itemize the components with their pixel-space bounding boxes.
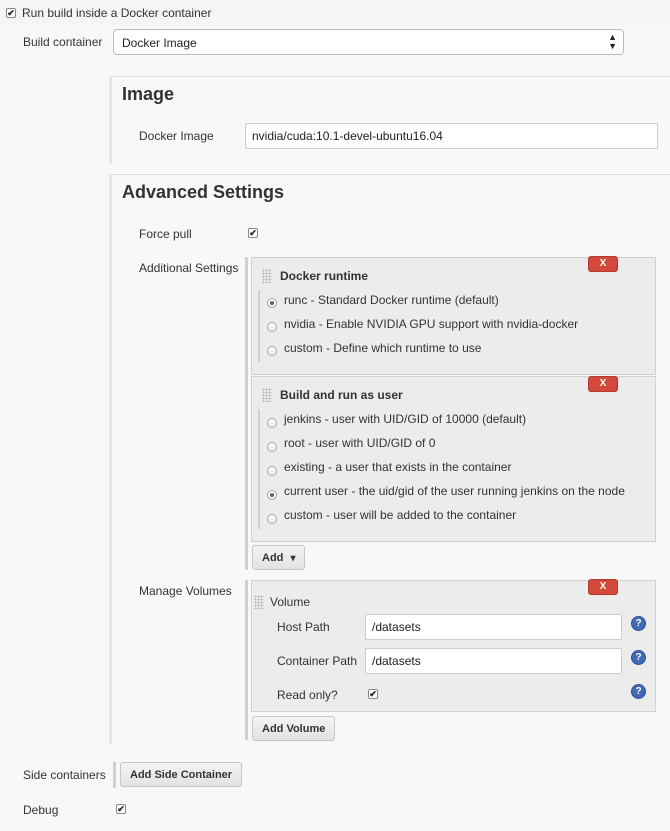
force-pull-checkbox[interactable]: ✔ (248, 228, 258, 238)
container-path-input[interactable]: /datasets (365, 648, 622, 674)
runtime-option-label: nvidia - Enable NVIDIA GPU support with … (284, 317, 579, 331)
add-volume-button[interactable]: Add Volume (252, 716, 336, 741)
image-section-title: Image (122, 84, 175, 104)
drag-handle-icon[interactable] (262, 388, 272, 402)
read-only-checkbox[interactable]: ✔ (368, 689, 378, 699)
host-path-label: Host Path (277, 620, 330, 634)
runtime-options-bar (258, 290, 260, 362)
user-option-label: root - user with UID/GID of 0 (284, 436, 436, 450)
user-radio-current[interactable] (267, 490, 277, 500)
build-container-label: Build container (23, 35, 103, 49)
drag-handle-icon[interactable] (262, 269, 272, 283)
volume-title: Volume (270, 595, 311, 609)
additional-settings-bar (245, 257, 248, 570)
run-as-user-title: Build and run as user (280, 388, 403, 402)
add-side-container-button[interactable]: Add Side Container (120, 762, 243, 787)
add-setting-button[interactable]: Add ▾ (252, 545, 305, 570)
debug-label: Debug (23, 803, 59, 817)
user-option-label: current user - the uid/gid of the user r… (284, 484, 625, 498)
force-pull-label: Force pull (139, 227, 192, 241)
runtime-radio-runc[interactable] (267, 298, 277, 308)
divider (109, 174, 670, 175)
docker-image-label: Docker Image (139, 129, 214, 143)
user-option-label: existing - a user that exists in the con… (284, 460, 512, 474)
side-containers-bar (113, 762, 116, 788)
build-container-select[interactable]: Docker Image ▲ ▼ (113, 29, 624, 55)
section-bar (109, 76, 112, 164)
run-in-docker-checkbox[interactable]: ✔ (6, 8, 16, 18)
user-option-label: jenkins - user with UID/GID of 10000 (de… (284, 412, 527, 426)
divider (109, 76, 670, 77)
user-radio-custom[interactable] (267, 514, 277, 524)
remove-user-button[interactable]: X (588, 376, 618, 392)
side-containers-label: Side containers (23, 768, 106, 782)
advanced-settings-title: Advanced Settings (122, 182, 285, 202)
runtime-radio-nvidia[interactable] (267, 322, 277, 332)
docker-image-input[interactable]: nvidia/cuda:10.1-devel-ubuntu16.04 (245, 123, 658, 149)
user-radio-existing[interactable] (267, 466, 277, 476)
additional-settings-label: Additional Settings (139, 261, 239, 275)
select-arrows-icon: ▲ ▼ (608, 32, 617, 51)
remove-runtime-button[interactable]: X (588, 256, 618, 272)
remove-volume-button[interactable]: X (588, 579, 618, 595)
host-path-input[interactable]: /datasets (365, 614, 622, 640)
container-path-label: Container Path (277, 654, 358, 668)
docker-runtime-title: Docker runtime (280, 269, 369, 283)
user-options-bar (258, 409, 260, 529)
user-radio-jenkins[interactable] (267, 418, 277, 428)
drag-handle-icon[interactable] (254, 595, 264, 609)
runtime-radio-custom[interactable] (267, 346, 277, 356)
help-icon[interactable]: ? (631, 616, 646, 631)
runtime-option-label: custom - Define which runtime to use (284, 341, 482, 355)
run-in-docker-label: Run build inside a Docker container (22, 6, 212, 20)
help-icon[interactable]: ? (631, 650, 646, 665)
read-only-label: Read only? (277, 688, 338, 702)
volumes-bar (245, 580, 248, 740)
add-setting-label: Add (262, 552, 284, 564)
user-radio-root[interactable] (267, 442, 277, 452)
help-icon[interactable]: ? (631, 684, 646, 699)
chevron-down-icon: ▾ (290, 553, 296, 564)
user-option-label: custom - user will be added to the conta… (284, 508, 517, 522)
section-bar (109, 174, 112, 744)
manage-volumes-label: Manage Volumes (139, 584, 232, 598)
build-container-value: Docker Image (122, 36, 197, 50)
debug-checkbox[interactable]: ✔ (116, 804, 126, 814)
runtime-option-label: runc - Standard Docker runtime (default) (284, 293, 499, 307)
